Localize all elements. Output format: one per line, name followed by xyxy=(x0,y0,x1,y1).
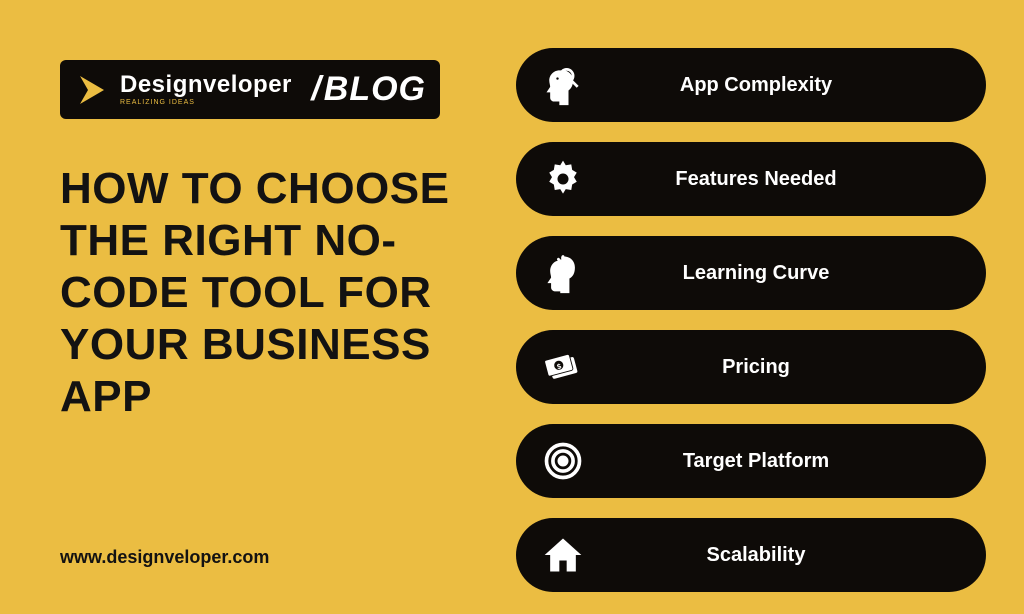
criteria-item-features-needed: Features Needed xyxy=(516,142,986,216)
brand-logo-bar: Designveloper REALIZING IDEAS BLOG xyxy=(60,60,440,119)
page-title: HOW TO CHOOSE THE RIGHT NO-CODE TOOL FOR… xyxy=(60,163,480,423)
criteria-item-scalability: Scalability xyxy=(516,518,986,592)
brand-mark-icon xyxy=(74,72,110,108)
criteria-label: Target Platform xyxy=(588,450,964,473)
blog-badge: BLOG xyxy=(311,70,426,109)
criteria-item-learning-curve: Learning Curve xyxy=(516,236,986,310)
brand-name: Designveloper REALIZING IDEAS xyxy=(120,73,292,106)
criteria-label: Scalability xyxy=(588,544,964,567)
criteria-label: Learning Curve xyxy=(588,262,964,285)
criteria-item-app-complexity: App Complexity xyxy=(516,48,986,122)
money-icon: $ xyxy=(538,342,588,392)
brand-tagline: REALIZING IDEAS xyxy=(120,99,292,106)
criteria-label: Pricing xyxy=(588,356,964,379)
head-arrow-icon xyxy=(538,248,588,298)
head-magnifier-icon xyxy=(538,60,588,110)
gear-icon xyxy=(538,154,588,204)
criteria-list: App Complexity Features Needed Learning … xyxy=(516,48,986,592)
site-url: www.designveloper.com xyxy=(60,547,269,568)
house-icon xyxy=(538,530,588,580)
criteria-item-pricing: $ Pricing xyxy=(516,330,986,404)
brand-name-text: Designveloper xyxy=(120,71,292,98)
criteria-label: App Complexity xyxy=(588,74,964,97)
criteria-item-target-platform: Target Platform xyxy=(516,424,986,498)
criteria-label: Features Needed xyxy=(588,168,964,191)
target-icon xyxy=(538,436,588,486)
